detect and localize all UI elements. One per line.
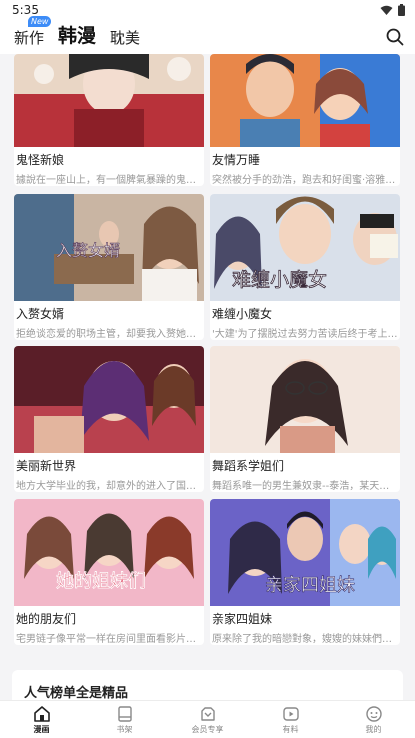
card-description: '大建'为了摆脱过去努力苦读后终于考上名校 bbox=[212, 329, 400, 340]
card-description: 突然被分手的劲浩，跑去和好闺蜜·溶雅一起 bbox=[212, 175, 400, 186]
bottom-nav-label: 我的 bbox=[365, 724, 382, 734]
bottom-nav-vip[interactable]: 会员专享 bbox=[173, 705, 243, 735]
status-bar: 5:35 bbox=[0, 0, 415, 20]
cover-image: 亲家四姐妹 bbox=[210, 499, 400, 606]
comic-grid: 鬼怪新娘 據說在一座山上，有一個脾氣暴躁的鬼怪， 友情万睡 突然被分手的劲浩，跑… bbox=[0, 54, 415, 700]
comic-card-four-sisters[interactable]: 亲家四姐妹 亲家四姐妹 原来除了我的暗戀對象，嫂嫂的妹妹們也跟 bbox=[210, 499, 400, 645]
comic-card-dance-seniors[interactable]: 舞蹈系学姐们 舞蹈系唯一的男生兼奴隶--泰浩，某天在宗 bbox=[210, 346, 400, 492]
bottom-nav-label: 书架 bbox=[116, 724, 133, 734]
bottom-nav-label: 会员专享 bbox=[191, 724, 224, 734]
ranking-title: 人气榜单全是精品 bbox=[24, 686, 129, 701]
search-icon[interactable] bbox=[385, 27, 405, 47]
wifi-icon bbox=[380, 5, 393, 15]
comic-card-son-in-law[interactable]: 入赘女婿 入赘女婿 拒绝谈恋爱的职场主管，却要我入赘她家！ bbox=[14, 194, 204, 340]
new-badge: New bbox=[28, 16, 52, 27]
comic-card-ghost-bride[interactable]: 鬼怪新娘 據說在一座山上，有一個脾氣暴躁的鬼怪， bbox=[14, 54, 204, 186]
bottom-nav-comics[interactable]: 漫画 bbox=[7, 705, 77, 735]
bookshelf-icon bbox=[117, 705, 132, 722]
cover-image bbox=[14, 54, 204, 147]
status-time: 5:35 bbox=[12, 3, 39, 17]
bottom-nav-profile[interactable]: 我的 bbox=[339, 705, 409, 735]
cover-image bbox=[210, 346, 400, 453]
card-description: 地方大学毕业的我，却意外的进入了国家最 bbox=[16, 481, 204, 492]
cover-title-text: 难缠小魔女 bbox=[232, 269, 327, 291]
profile-icon bbox=[365, 705, 382, 722]
comic-card-friendship[interactable]: 友情万睡 突然被分手的劲浩，跑去和好闺蜜·溶雅一起 bbox=[210, 54, 400, 186]
card-title: 亲家四姐妹 bbox=[212, 612, 273, 626]
cover-title-text: 她的姐妹们 bbox=[56, 571, 146, 592]
ranking-section: 人气榜单全是精品 bbox=[12, 670, 403, 702]
bottom-nav-label: 有料 bbox=[282, 724, 299, 734]
home-icon bbox=[33, 705, 50, 722]
cover-title-text: 亲家四姐妹 bbox=[265, 575, 355, 596]
comic-card-beautiful-new-world[interactable]: 美丽新世界 地方大学毕业的我，却意外的进入了国家最 bbox=[14, 346, 204, 492]
bottom-nav-label: 漫画 bbox=[33, 724, 50, 734]
card-description: 舞蹈系唯一的男生兼奴隶--泰浩，某天在宗 bbox=[212, 481, 400, 492]
bottom-nav-bookshelf[interactable]: 书架 bbox=[90, 705, 160, 735]
top-nav: 新作 New 韩漫 耽美 bbox=[0, 16, 415, 54]
cover-title-text: 入赘女婿 bbox=[56, 241, 120, 260]
bottom-nav: 漫画 书架 会员专享 有料 我的 bbox=[0, 700, 415, 738]
cover-image: 入赘女婿 bbox=[14, 194, 204, 301]
card-title: 友情万睡 bbox=[212, 153, 261, 167]
card-description: 宅男链子像平常一样在房间里面看影片，却 bbox=[16, 634, 204, 645]
card-title: 鬼怪新娘 bbox=[16, 153, 65, 167]
play-icon bbox=[282, 706, 299, 721]
tab-korean-comics[interactable]: 韩漫 bbox=[58, 21, 96, 48]
bottom-nav-feed[interactable]: 有料 bbox=[256, 705, 326, 735]
comic-card-little-witch[interactable]: 难缠小魔女 难缠小魔女 '大建'为了摆脱过去努力苦读后终于考上名校 bbox=[210, 194, 400, 340]
card-title: 美丽新世界 bbox=[16, 459, 77, 473]
vip-icon bbox=[200, 706, 215, 721]
card-title: 舞蹈系学姐们 bbox=[212, 459, 285, 473]
card-title: 难缠小魔女 bbox=[212, 307, 273, 321]
cover-image: 她的姐妹们 bbox=[14, 499, 204, 606]
tab-label: 新作 bbox=[14, 29, 45, 47]
tab-boys-love[interactable]: 耽美 bbox=[110, 27, 140, 48]
cover-image bbox=[14, 346, 204, 453]
card-title: 入赘女婿 bbox=[16, 307, 65, 321]
comic-card-her-friends[interactable]: 她的姐妹们 她的朋友们 宅男链子像平常一样在房间里面看影片，却 bbox=[14, 499, 204, 645]
status-icons bbox=[380, 4, 405, 16]
card-description: 原来除了我的暗戀對象，嫂嫂的妹妹們也跟 bbox=[212, 634, 400, 645]
card-description: 據說在一座山上，有一個脾氣暴躁的鬼怪， bbox=[16, 175, 204, 186]
battery-icon bbox=[398, 4, 405, 16]
card-title: 她的朋友们 bbox=[16, 612, 77, 626]
cover-image bbox=[210, 54, 400, 147]
cover-image: 难缠小魔女 bbox=[210, 194, 400, 301]
card-description: 拒绝谈恋爱的职场主管，却要我入赘她家！ bbox=[16, 329, 204, 340]
tab-new-works[interactable]: 新作 New bbox=[14, 16, 52, 48]
